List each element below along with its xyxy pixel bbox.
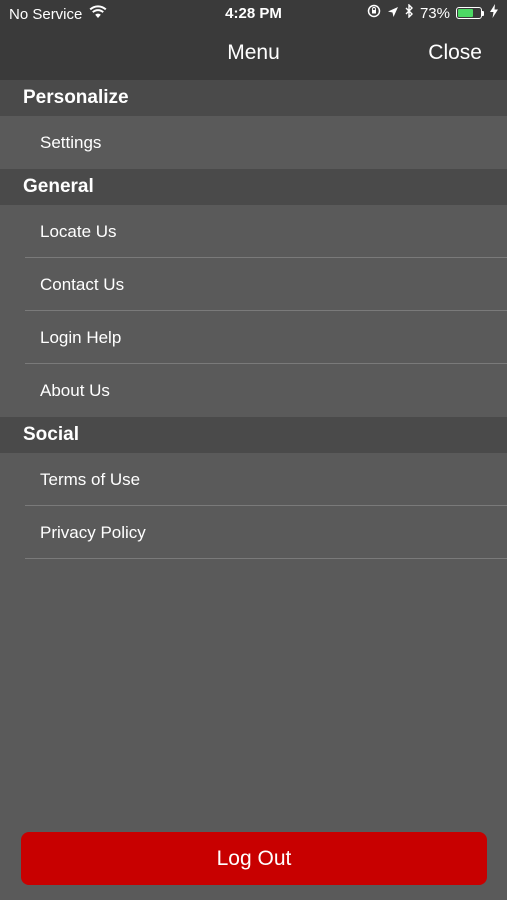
- menu-item-label: Settings: [40, 133, 102, 152]
- bluetooth-icon: [405, 3, 414, 22]
- logout-button[interactable]: Log Out: [21, 832, 487, 885]
- battery-icon: [456, 7, 484, 19]
- orientation-lock-icon: [367, 4, 381, 22]
- menu-item-about-us[interactable]: About Us: [0, 364, 507, 417]
- menu-item-label: Terms of Use: [40, 470, 141, 489]
- battery-level: [458, 9, 474, 17]
- status-bar: No Service 4:28 PM 73%: [0, 0, 507, 28]
- section-header-general: General: [0, 169, 507, 205]
- battery-nub: [482, 10, 484, 16]
- menu-item-label: Contact Us: [40, 275, 125, 294]
- menu-item-locate-us[interactable]: Locate Us: [0, 205, 507, 258]
- battery-percent: 73%: [419, 4, 450, 22]
- menu-item-terms-of-use[interactable]: Terms of Use: [0, 453, 507, 506]
- menu-item-label: About Us: [40, 381, 110, 400]
- section-header-personalize: Personalize: [0, 80, 507, 116]
- menu-item-settings[interactable]: Settings: [0, 116, 507, 169]
- location-icon: [387, 5, 399, 22]
- menu-item-login-help[interactable]: Login Help: [0, 311, 507, 364]
- menu-item-label: Login Help: [40, 328, 122, 347]
- menu-item-label: Locate Us: [40, 222, 117, 241]
- charging-icon: [490, 4, 498, 22]
- close-button[interactable]: Close: [428, 41, 482, 65]
- section-header-social: Social: [0, 417, 507, 453]
- menu-item-label: Privacy Policy: [40, 523, 146, 542]
- status-right: 73%: [367, 3, 498, 22]
- nav-bar: Menu Close: [0, 28, 507, 80]
- menu-item-contact-us[interactable]: Contact Us: [0, 258, 507, 311]
- menu-item-privacy-policy[interactable]: Privacy Policy: [0, 506, 507, 559]
- menu-list: Personalize Settings General Locate Us C…: [0, 80, 507, 559]
- divider: [25, 558, 507, 559]
- battery-body: [456, 7, 482, 19]
